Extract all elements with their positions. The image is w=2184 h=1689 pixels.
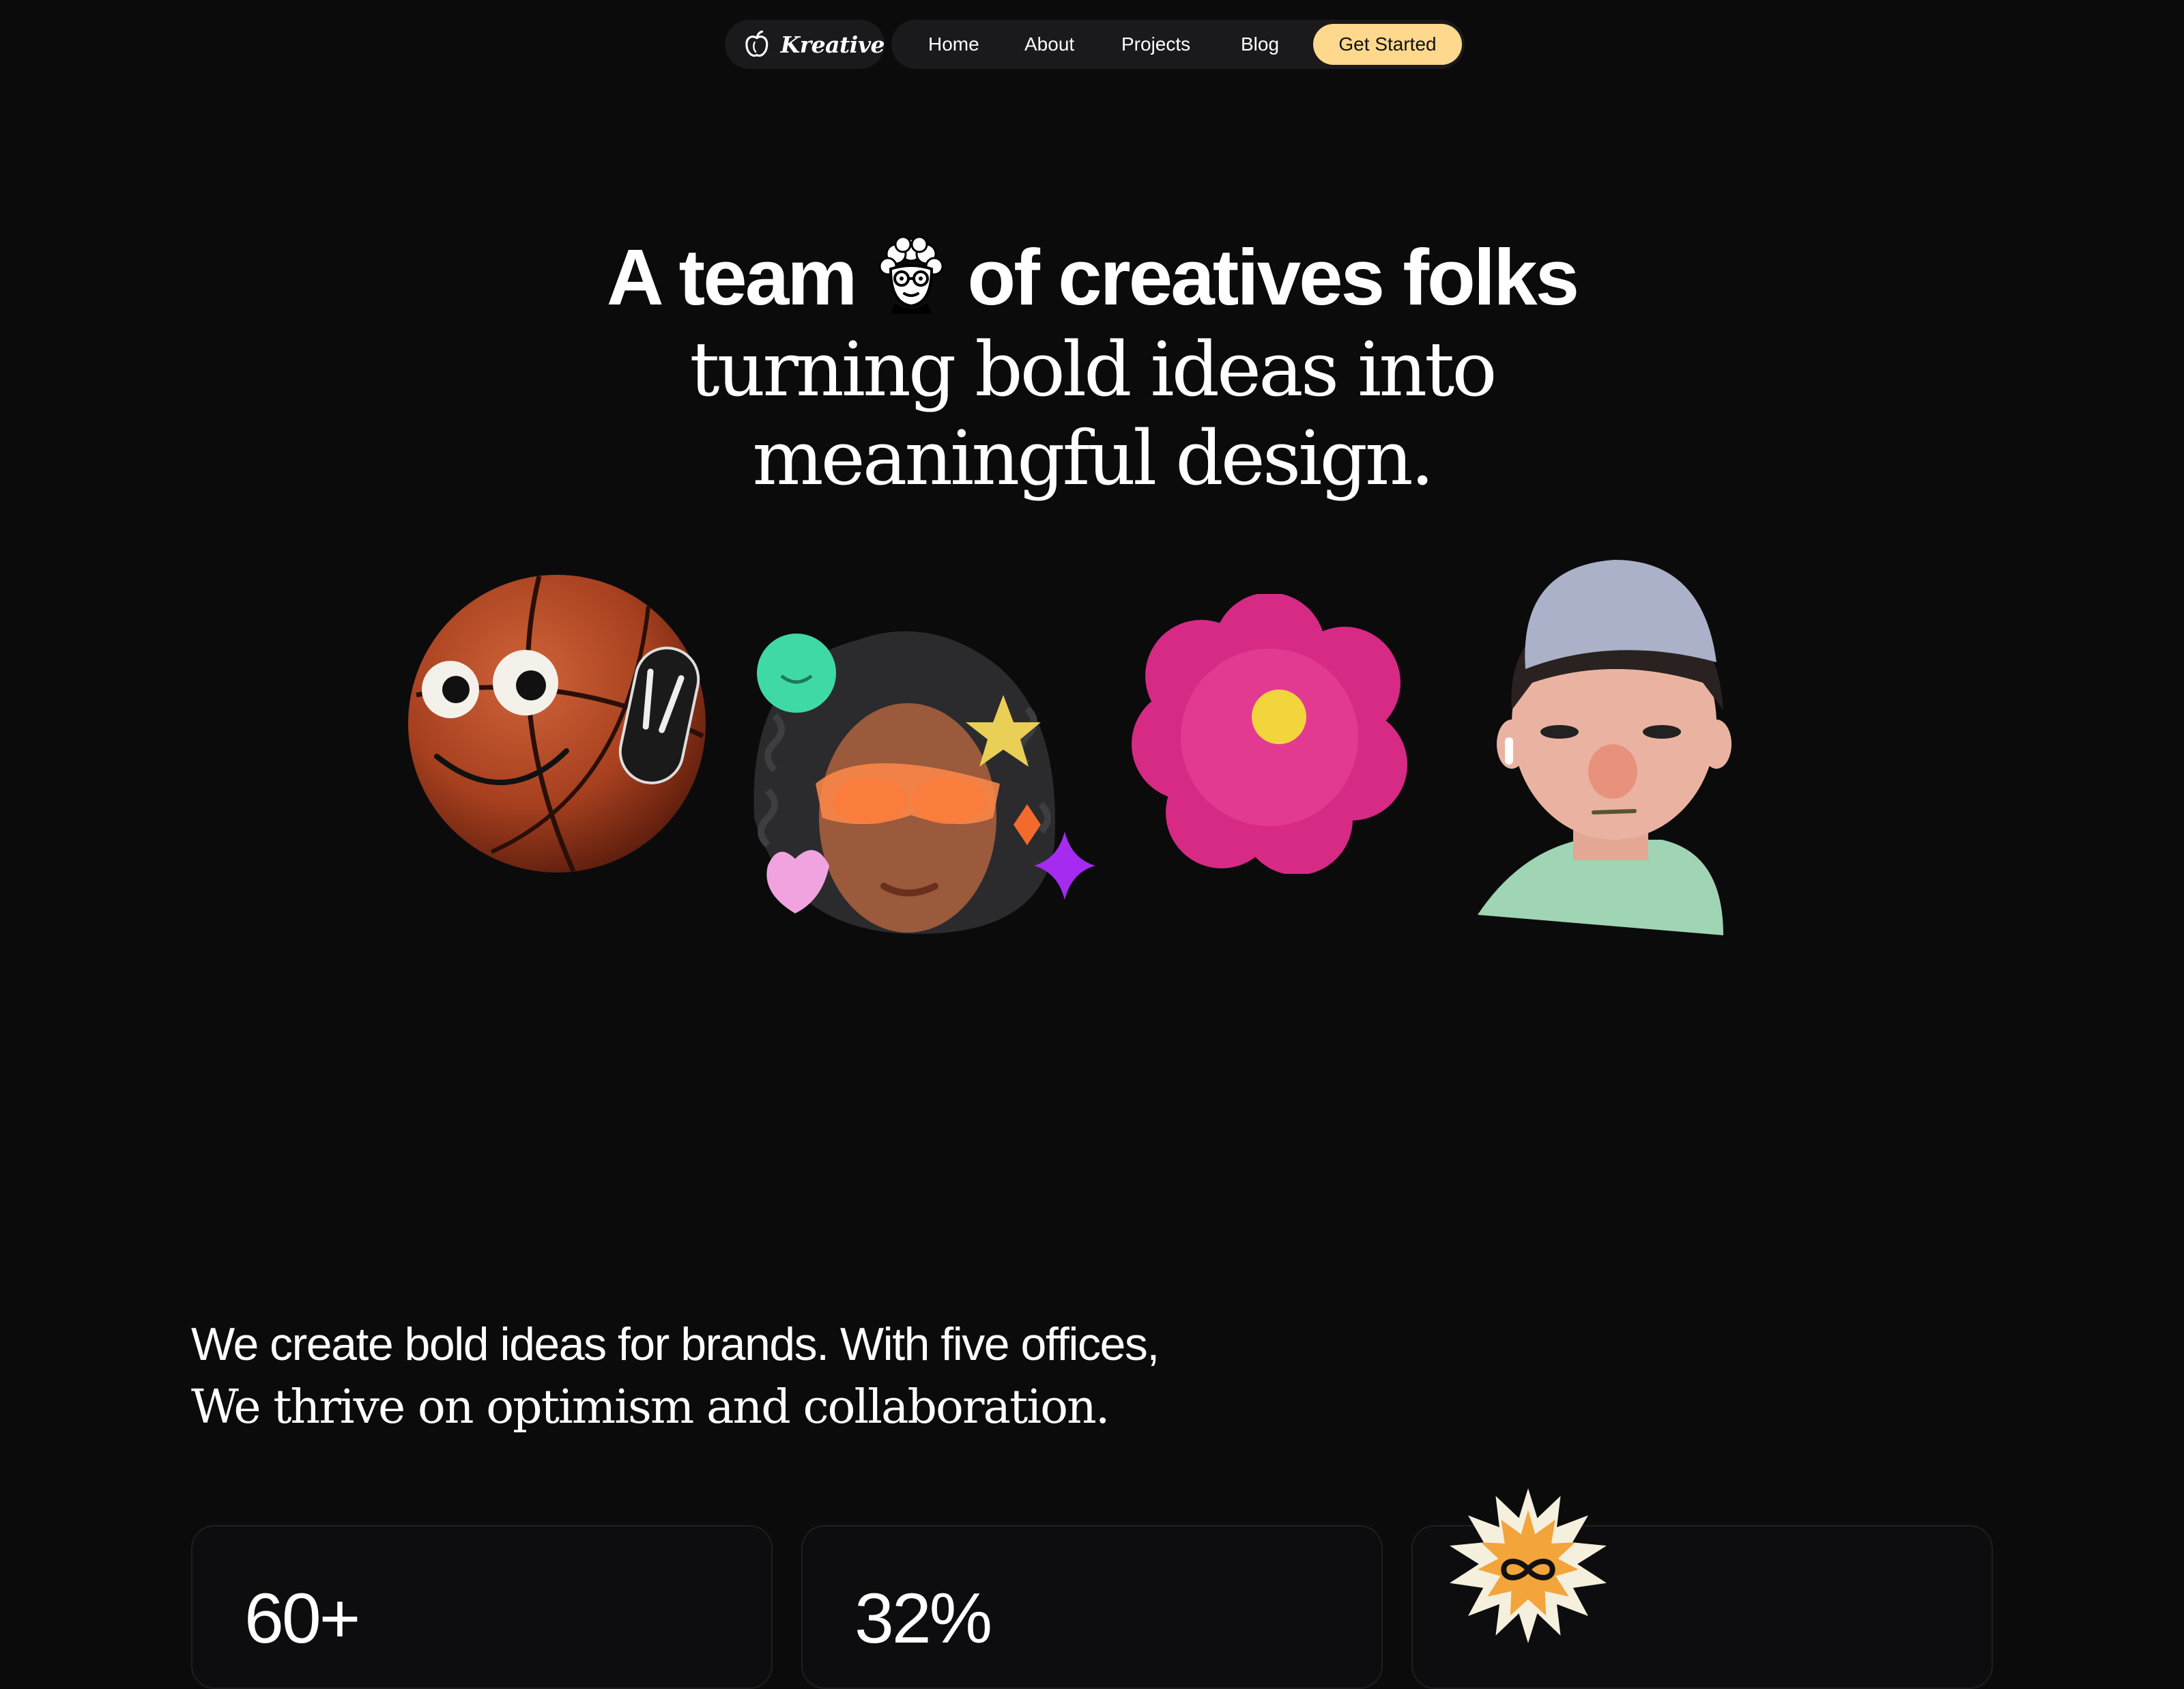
nav-link-projects[interactable]: Projects — [1121, 20, 1190, 69]
hero-title-part1: A team — [606, 233, 857, 322]
stat-value: 32% — [854, 1579, 992, 1658]
pink-flower-illustration — [1132, 594, 1407, 874]
nav-link-home[interactable]: Home — [928, 20, 979, 69]
hero-subtitle-line1: turning bold ideas into — [689, 326, 1497, 413]
curly-hair-avatar-icon — [874, 235, 948, 314]
apple-logo-icon — [745, 30, 768, 57]
starburst-badge — [1450, 1488, 1607, 1643]
woman-with-sunglasses-illustration — [753, 631, 1095, 934]
about-text-line2: We thrive on optimism and collaboration. — [191, 1380, 1110, 1434]
man-with-cap-illustration — [1478, 560, 1732, 935]
main-nav: Home About Projects Blog Get Started — [891, 20, 1465, 69]
about-text-line1: We create bold ideas for brands. With fi… — [191, 1318, 1160, 1370]
nav-link-blog[interactable]: Blog — [1241, 20, 1279, 69]
basketball-character-illustration — [408, 575, 706, 872]
hero-title: A team of creatives folks — [0, 229, 2184, 325]
get-started-button[interactable]: Get Started — [1313, 24, 1462, 65]
nav-link-about[interactable]: About — [1024, 20, 1074, 69]
brand-name: Kreative — [780, 31, 885, 58]
stat-card: 32% — [801, 1525, 1383, 1689]
hero-subtitle-line2: meaningful design. — [752, 414, 1434, 502]
stat-value: 60+ — [244, 1579, 360, 1658]
brand-logo[interactable]: Kreative — [725, 20, 885, 69]
hero-title-part2: of creatives folks — [967, 233, 1579, 322]
stat-card: 60+ — [191, 1525, 773, 1689]
